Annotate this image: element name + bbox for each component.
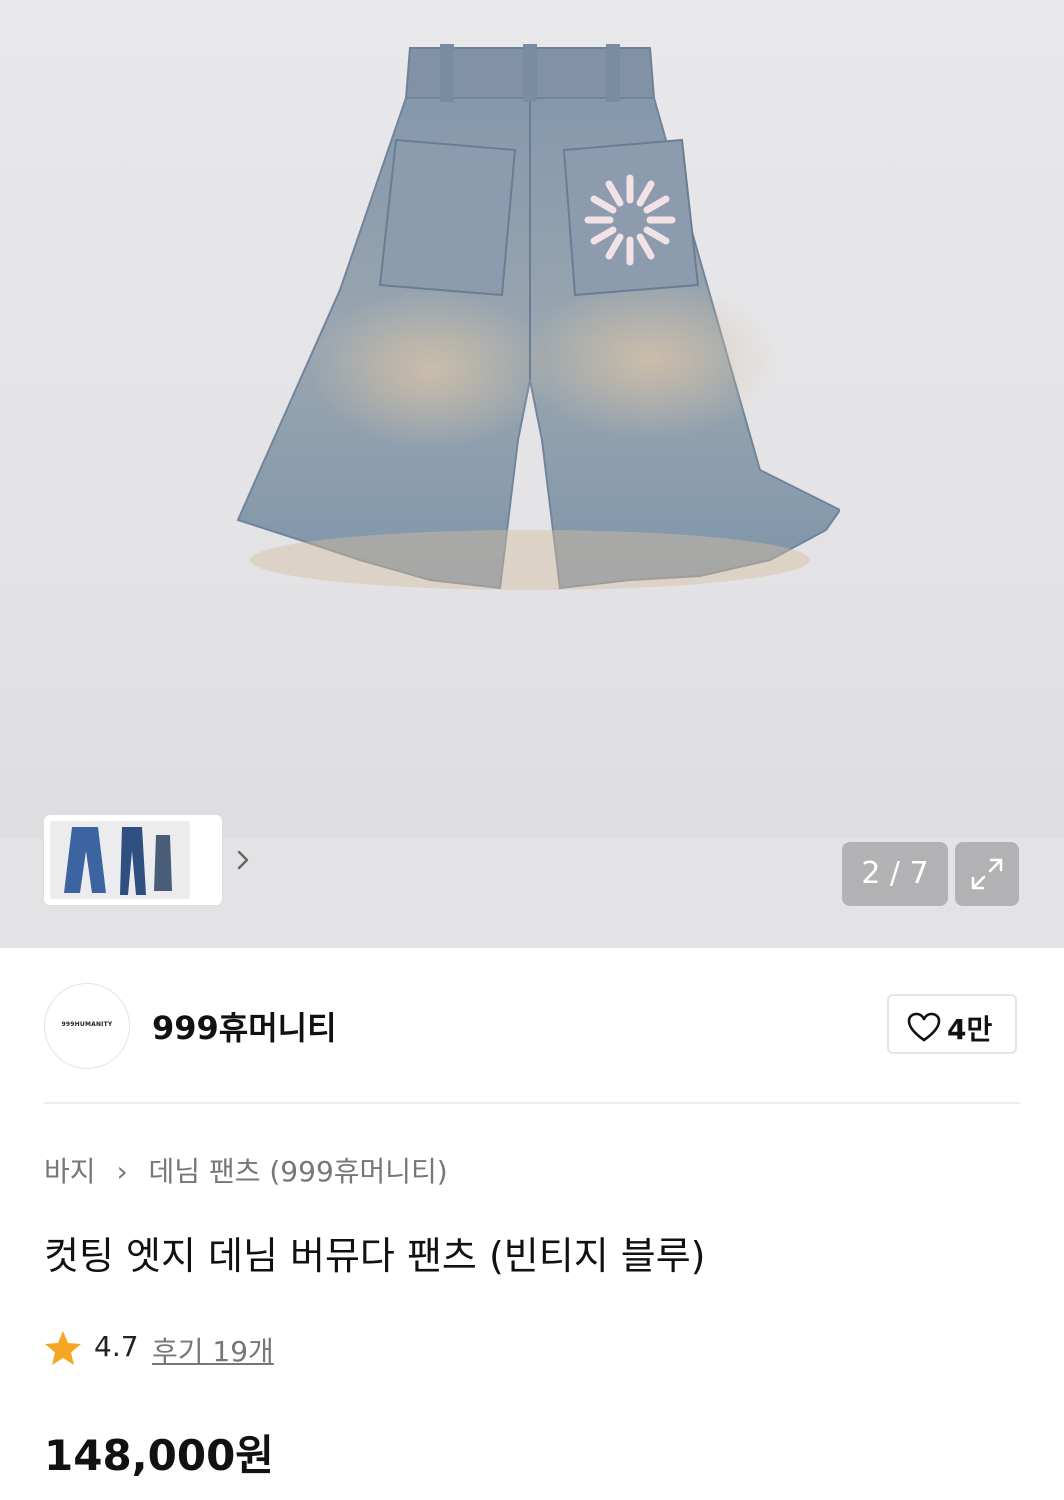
expand-icon [971, 858, 1003, 890]
thumbnail-strip[interactable] [44, 815, 249, 905]
like-count: 4만 [947, 1013, 993, 1046]
image-counter: 2 / 7 [842, 842, 948, 906]
divider [44, 1102, 1020, 1104]
star-icon [45, 1331, 81, 1365]
chevron-right-icon: › [116, 1155, 128, 1188]
reviews-link[interactable]: 후기 19개 [152, 1330, 274, 1370]
expand-button[interactable] [955, 842, 1019, 906]
heart-outline-icon [907, 1012, 941, 1042]
brand-name[interactable]: 999휴머니티 [152, 1003, 337, 1049]
breadcrumb-item-category[interactable]: 바지 [44, 1155, 96, 1188]
breadcrumb: 바지 › 데님 팬츠 (999휴머니티) [44, 1150, 448, 1190]
product-price: 148,000원 [44, 1431, 274, 1480]
chevron-right-icon[interactable] [228, 845, 258, 875]
product-title: 컷팅 엣지 데님 버뮤다 팬츠 (빈티지 블루) [44, 1234, 706, 1278]
thumbnail-images[interactable] [50, 821, 190, 899]
rating-score: 4.7 [94, 1330, 139, 1363]
brand-logo[interactable]: 999HUMANITY [44, 983, 130, 1069]
product-image[interactable] [230, 40, 840, 600]
like-button[interactable]: 4만 [887, 994, 1017, 1054]
product-image-gallery[interactable]: 2 / 7 [0, 0, 1064, 948]
brand-logo-text: 999HUMANITY [61, 1021, 113, 1028]
breadcrumb-item-subcategory[interactable]: 데님 팬츠 (999휴머니티) [149, 1155, 448, 1188]
